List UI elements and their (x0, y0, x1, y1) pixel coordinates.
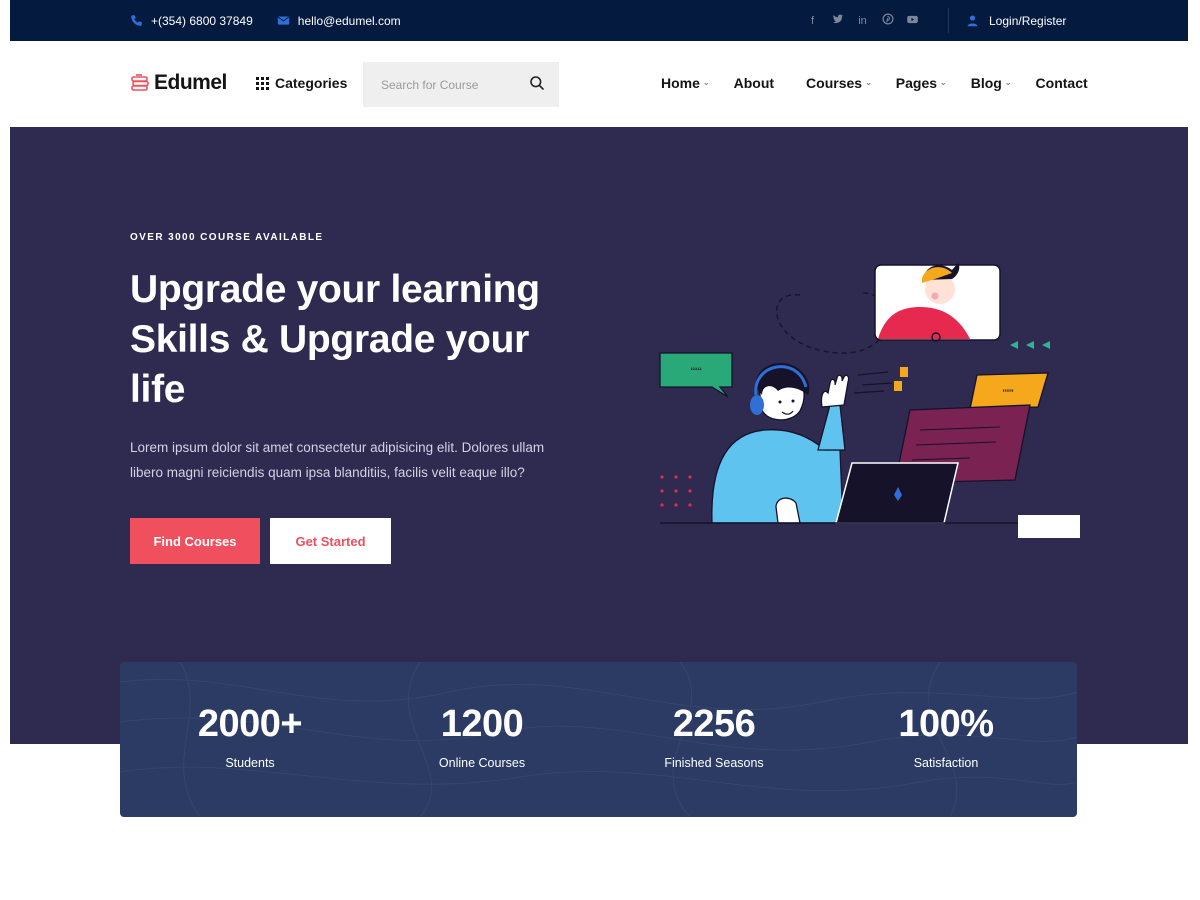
hero-eyebrow: OVER 3000 COURSE AVAILABLE (130, 232, 324, 243)
top-bar: +(354) 6800 37849 hello@edumel.com f in … (10, 0, 1188, 41)
facebook-icon[interactable]: f (806, 15, 819, 27)
social-links: f in (806, 0, 919, 41)
youtube-icon[interactable] (906, 13, 919, 29)
nav-about-label: About (733, 75, 775, 91)
stat-online-courses: 1200 Online Courses (367, 700, 597, 770)
topbar-divider (948, 8, 949, 33)
categories-label: Categories (275, 75, 348, 91)
nav-home-label: Home (661, 75, 700, 91)
user-icon (967, 15, 978, 27)
get-started-button[interactable]: Get Started (270, 518, 391, 564)
find-courses-button[interactable]: Find Courses (130, 518, 260, 564)
chevron-down-icon: ⌄ (1004, 77, 1012, 87)
twitter-icon[interactable] (831, 13, 844, 28)
nav-pages-label: Pages (895, 75, 938, 91)
stat-value: 1200 (440, 703, 524, 745)
chevron-down-icon: ⌄ (702, 77, 710, 87)
phone-number: +(354) 6800 37849 (151, 13, 253, 28)
login-register-link[interactable]: Login/Register (966, 0, 1066, 41)
svg-text:”””: ””” (1003, 388, 1014, 400)
main-nav: Home ⌄ About Courses ⌄ Pages ⌄ Blog ⌄ Co… (661, 75, 1088, 91)
page: +(354) 6800 37849 hello@edumel.com f in … (0, 0, 1200, 900)
search-icon[interactable] (529, 75, 545, 91)
stat-label: Online Courses (438, 756, 526, 770)
chevron-down-icon: ⌄ (940, 77, 947, 87)
nav-item-about[interactable]: About (734, 75, 774, 91)
envelope-icon (277, 16, 289, 25)
stat-value: 2000+ (197, 703, 303, 745)
logo-text: Edumel (154, 71, 227, 94)
nav-item-contact[interactable]: Contact (1036, 75, 1088, 91)
nav-item-home[interactable]: Home ⌄ (661, 75, 710, 91)
nav-item-pages[interactable]: Pages ⌄ (896, 75, 947, 91)
stat-label: Finished Seasons (664, 756, 764, 770)
book-stack-icon (131, 74, 149, 91)
stats-band: 2000+ Students 1200 Online Courses 2256 … (120, 662, 1077, 817)
site-logo[interactable]: Edumel (130, 71, 227, 95)
linkedin-icon[interactable]: in (856, 15, 869, 27)
stat-value: 100% (898, 703, 994, 745)
chevron-down-icon: ⌄ (865, 77, 872, 87)
stat-satisfaction: 100% Satisfaction (831, 700, 1061, 770)
nav-item-blog[interactable]: Blog ⌄ (971, 75, 1012, 91)
login-label: Login/Register (989, 13, 1067, 28)
main-header: Edumel Categories Home ⌄ About Courses (10, 41, 1188, 127)
nav-item-courses[interactable]: Courses ⌄ (806, 75, 872, 91)
contact-info: +(354) 6800 37849 hello@edumel.com (130, 0, 401, 41)
stat-value: 2256 (672, 703, 756, 745)
nav-contact-label: Contact (1035, 75, 1088, 91)
hero-illustration: “““ ””” (659, 263, 1080, 538)
stat-label: Satisfaction (913, 756, 979, 770)
nav-blog-label: Blog (970, 75, 1002, 91)
categories-menu[interactable]: Categories (256, 75, 347, 91)
hero-section: OVER 3000 COURSE AVAILABLE Upgrade your … (10, 127, 1188, 744)
hero-description: Lorem ipsum dolor sit amet consectetur a… (130, 440, 545, 480)
grid-icon (256, 76, 269, 90)
nav-courses-label: Courses (806, 75, 863, 91)
phone-icon (131, 15, 142, 26)
svg-text:“““: “““ (691, 366, 702, 378)
email-address: hello@edumel.com (297, 13, 401, 28)
course-search (363, 62, 559, 107)
pinterest-icon[interactable] (881, 13, 894, 28)
phone-contact[interactable]: +(354) 6800 37849 (130, 14, 253, 28)
stat-label: Students (225, 756, 275, 770)
email-contact[interactable]: hello@edumel.com (277, 14, 401, 28)
stat-finished-seasons: 2256 Finished Seasons (599, 700, 829, 770)
search-input[interactable] (363, 77, 513, 92)
stat-students: 2000+ Students (135, 700, 365, 770)
hero-headline: Upgrade your learning Skills & Upgrade y… (130, 268, 540, 411)
